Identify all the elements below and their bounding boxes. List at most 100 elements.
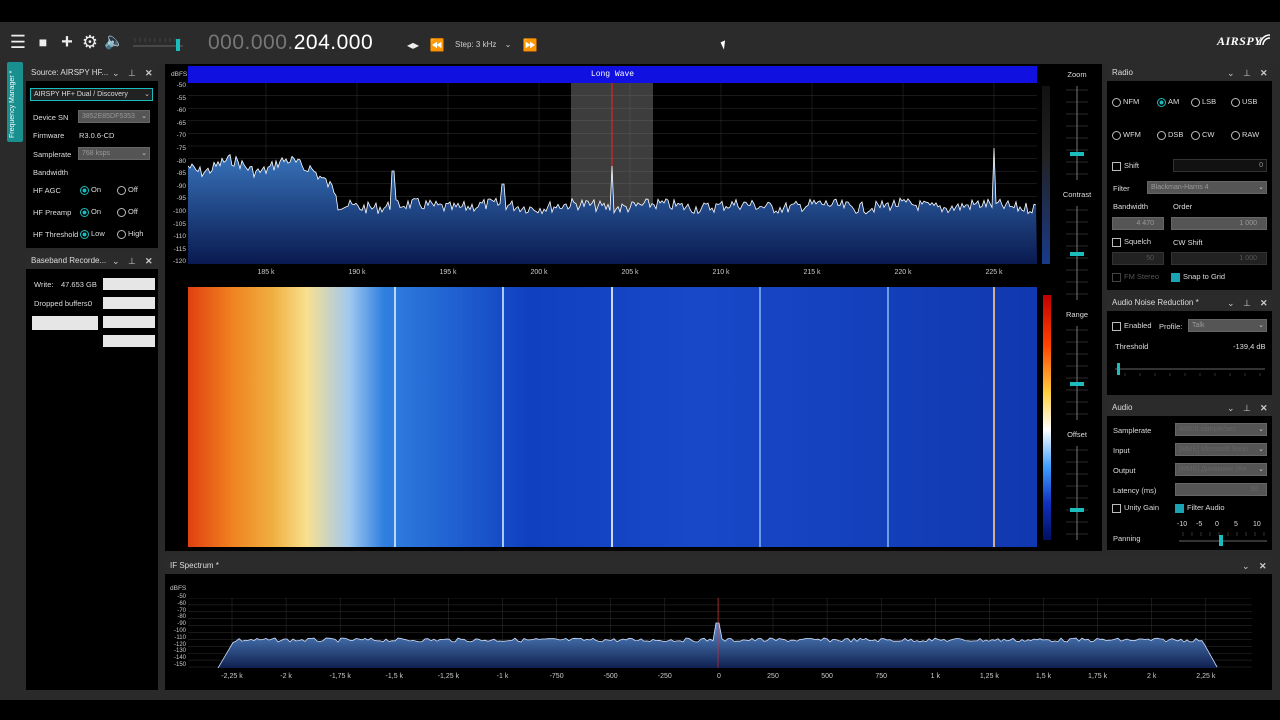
sn-select[interactable]: 3852E85DF5353 ⌄ — [78, 110, 150, 123]
close-icon[interactable]: ✕ — [145, 253, 153, 269]
if-y-tick: -80 — [177, 614, 186, 621]
volume-slider[interactable] — [133, 33, 183, 53]
close-icon[interactable]: ✕ — [1260, 65, 1268, 81]
device-select[interactable]: AIRSPY HF+ Dual / Discovery ⌄ — [30, 88, 153, 101]
fft-y-tick: -120 — [172, 258, 186, 266]
browse-button[interactable] — [103, 316, 155, 328]
if-spectrum-plot[interactable] — [188, 598, 1252, 668]
order-stepper[interactable]: 1 000 — [1171, 217, 1267, 230]
unity-gain-checkbox[interactable]: Unity Gain — [1112, 503, 1159, 513]
pin-icon[interactable]: ⊥ — [128, 253, 136, 269]
threshold-high-radio[interactable]: High — [117, 229, 143, 239]
if-x-tick: -1 k — [496, 673, 509, 680]
path-field[interactable] — [32, 316, 98, 330]
pin-icon[interactable]: ⊥ — [1243, 65, 1251, 81]
squelch-checkbox[interactable]: Squelch — [1112, 237, 1151, 247]
samplerate-select[interactable]: 768 ksps ⌄ — [78, 147, 150, 160]
contrast-slider-handle[interactable] — [1070, 252, 1084, 256]
collapse-icon[interactable]: ⌄ — [1242, 558, 1250, 574]
close-icon[interactable]: ✕ — [1259, 558, 1267, 574]
mode-label: LSB — [1202, 97, 1217, 106]
mode-radio-dsb[interactable]: DSB — [1157, 130, 1183, 140]
mode-radio-cw[interactable]: CW — [1191, 130, 1215, 140]
mode-radio-usb[interactable]: USB — [1231, 97, 1257, 107]
mode-radio-wfm[interactable]: WFM — [1112, 130, 1141, 140]
filter-select[interactable]: Blackman-Harris 4 ⌄ — [1147, 181, 1267, 194]
anr-enabled-label: Enabled — [1124, 321, 1152, 330]
anr-threshold-slider[interactable] — [1115, 361, 1265, 377]
close-icon[interactable]: ✕ — [1260, 400, 1268, 416]
zoom-slider-handle[interactable] — [1070, 152, 1084, 156]
pin-icon[interactable]: ⊥ — [1243, 400, 1251, 416]
display-sliders: Zoom Contrast Range Offset — [1060, 64, 1100, 551]
fft-y-tick: -85 — [176, 170, 186, 178]
mode-label: USB — [1242, 97, 1258, 106]
audio-output-select[interactable]: [MME] Динамики (Re ⌄ — [1175, 463, 1267, 476]
band-bar[interactable] — [188, 66, 1037, 83]
filter-audio-checkbox[interactable]: Filter Audio — [1175, 503, 1225, 513]
stop-icon[interactable]: ■ — [33, 32, 53, 52]
collapse-icon[interactable]: ⌄ — [112, 253, 120, 269]
collapse-icon[interactable]: ⌄ — [1227, 65, 1235, 81]
close-icon[interactable]: ✕ — [145, 65, 153, 81]
shift-checkbox[interactable]: Shift — [1112, 161, 1139, 171]
filter-value: Blackman-Harris 4 — [1151, 184, 1209, 191]
if-x-tick: -1,75 k — [329, 673, 351, 680]
radio-panel-header: Radio ⌄ ⊥ ✕ — [1107, 65, 1272, 81]
mode-radio-nfm[interactable]: NFM — [1112, 97, 1139, 107]
fft-y-tick: -95 — [176, 195, 186, 203]
speaker-icon[interactable]: 🔈 — [104, 32, 124, 52]
frequency-display[interactable]: 000.000.204.000 — [208, 31, 373, 55]
threshold-label: HF Threshold — [33, 230, 79, 239]
mode-radio-raw[interactable]: RAW — [1231, 130, 1259, 140]
hamburger-icon[interactable]: ☰ — [8, 32, 28, 52]
cwshift-stepper[interactable]: 1 000 — [1171, 252, 1267, 265]
frequency-manager-tab[interactable]: Frequency Manager * — [7, 62, 23, 142]
squelch-stepper[interactable]: 50 — [1112, 252, 1164, 265]
latency-field[interactable]: 50 — [1175, 483, 1267, 496]
mode-radio-am[interactable]: AM — [1157, 97, 1179, 107]
bandwidth-stepper[interactable]: 4 470 — [1112, 217, 1164, 230]
if-y-tick: -70 — [177, 607, 186, 614]
range-slider-handle[interactable] — [1070, 382, 1084, 386]
fm-stereo-checkbox[interactable]: FM Stereo — [1112, 272, 1159, 282]
swap-arrows-icon[interactable]: ◂▸ — [403, 35, 423, 55]
fft-scrollbar[interactable] — [1042, 86, 1050, 264]
fft-x-tick: 190 k — [348, 269, 366, 276]
radio-icon — [80, 207, 89, 217]
step-forward-icon[interactable]: ⏩ — [520, 35, 540, 55]
pin-icon[interactable]: ⊥ — [128, 65, 136, 81]
audio-input-select[interactable]: [MME] Microsoft Soun ⌄ — [1175, 443, 1267, 456]
anr-enabled-checkbox[interactable]: Enabled — [1112, 321, 1152, 331]
pin-icon[interactable]: ⊥ — [1243, 295, 1251, 311]
collapse-icon[interactable]: ⌄ — [112, 65, 120, 81]
collapse-icon[interactable]: ⌄ — [1227, 295, 1235, 311]
anr-profile-select[interactable]: Talk ⌄ — [1188, 319, 1267, 332]
panning-slider[interactable] — [1179, 530, 1267, 546]
agc-off-radio[interactable]: Off — [117, 185, 138, 195]
preamp-off-radio[interactable]: Off — [117, 207, 138, 217]
waterfall[interactable] — [188, 287, 1037, 547]
fft-spectrum[interactable] — [188, 66, 1037, 264]
record-button[interactable] — [103, 278, 155, 290]
if-y-tick: -100 — [173, 628, 186, 634]
mode-label: CW — [1202, 130, 1215, 139]
preamp-on-radio[interactable]: On — [80, 207, 101, 217]
plus-icon[interactable]: + — [57, 32, 77, 52]
step-back-icon[interactable]: ⏪ — [427, 35, 447, 55]
offset-slider-handle[interactable] — [1070, 508, 1084, 512]
close-icon[interactable]: ✕ — [1260, 295, 1268, 311]
step-selector[interactable]: Step: 3 kHz ⌄ — [455, 40, 511, 49]
audio-samplerate-select[interactable]: 48000 sample/sec ⌄ — [1175, 423, 1267, 436]
agc-on-radio[interactable]: On — [80, 185, 101, 195]
threshold-low-radio[interactable]: Low — [80, 229, 105, 239]
stop-record-button[interactable] — [103, 297, 155, 309]
snap-checkbox[interactable]: Snap to Grid — [1171, 272, 1225, 282]
shift-field[interactable]: 0 — [1173, 159, 1267, 172]
gear-icon[interactable]: ⚙ — [80, 32, 100, 52]
mode-radio-lsb[interactable]: LSB — [1191, 97, 1216, 107]
radio-icon — [117, 207, 126, 217]
options-button[interactable] — [103, 335, 155, 347]
fft-y-tick: -60 — [176, 107, 186, 115]
collapse-icon[interactable]: ⌄ — [1227, 400, 1235, 416]
